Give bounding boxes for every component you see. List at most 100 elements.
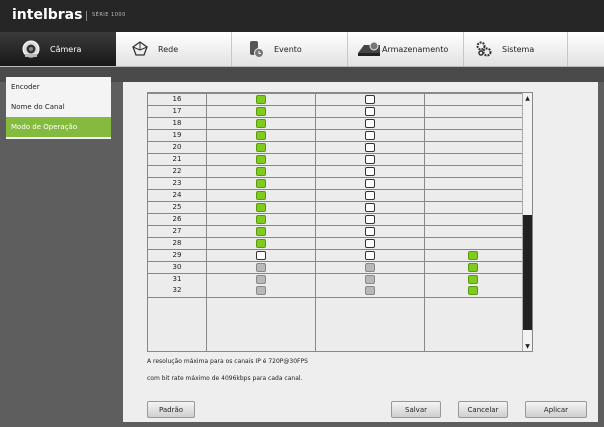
table-row: 21 <box>148 153 522 164</box>
channel-number: 30 <box>172 263 182 271</box>
main-navigation: Câmera Rede Evento Armazenamento Sistema <box>0 32 604 67</box>
channel-number: 29 <box>172 251 182 259</box>
sidebar-item-encoder[interactable]: Encoder <box>6 77 111 97</box>
mode-checkbox <box>365 263 375 272</box>
scroll-down-arrow-icon[interactable]: ▼ <box>523 341 532 351</box>
column-divider <box>206 93 207 351</box>
tab-label: Evento <box>274 44 302 54</box>
channel-number: 16 <box>172 95 182 103</box>
column-divider <box>424 93 425 351</box>
apply-button[interactable]: Aplicar <box>525 401 587 418</box>
save-button[interactable]: Salvar <box>391 401 441 418</box>
mode-checkbox[interactable] <box>365 167 375 176</box>
channel-number: 19 <box>172 131 182 139</box>
mode-checkbox[interactable] <box>256 191 266 200</box>
mode-checkbox[interactable] <box>468 275 478 284</box>
table-row: 18 <box>148 117 522 128</box>
table-row: 16 <box>148 93 522 104</box>
content-panel: 32 31 30 29 28 27 26 25 24 23 22 21 20 19 18 17 16 ▲ ▼ A… <box>123 82 598 422</box>
table-row: 27 <box>148 225 522 236</box>
mode-checkbox[interactable] <box>256 155 266 164</box>
table-row: 28 <box>148 237 522 248</box>
mode-checkbox[interactable] <box>256 239 266 248</box>
channel-number: 25 <box>172 203 182 211</box>
mode-checkbox[interactable] <box>365 143 375 152</box>
table-row: 32 <box>148 285 522 296</box>
column-divider <box>315 93 316 351</box>
channel-number: 26 <box>172 215 182 223</box>
table-row: 29 <box>148 249 522 260</box>
channel-number: 23 <box>172 179 182 187</box>
mode-checkbox[interactable] <box>468 263 478 272</box>
scroll-up-arrow-icon[interactable]: ▲ <box>523 93 532 103</box>
tab-event[interactable]: Evento <box>232 32 348 66</box>
table-row: 19 <box>148 129 522 140</box>
mode-checkbox[interactable] <box>256 131 266 140</box>
channel-number: 31 <box>172 275 182 283</box>
mode-checkbox[interactable] <box>365 203 375 212</box>
channel-number: 28 <box>172 239 182 247</box>
mode-checkbox[interactable] <box>256 215 266 224</box>
mode-checkbox[interactable] <box>256 95 266 104</box>
mode-checkbox[interactable] <box>468 286 478 295</box>
table-scrollbar[interactable]: ▲ ▼ <box>522 93 532 351</box>
mode-checkbox <box>365 275 375 284</box>
mode-checkbox <box>256 275 266 284</box>
mode-checkbox[interactable] <box>468 251 478 260</box>
series-label: SÉRIE 1000 <box>92 12 126 18</box>
mode-checkbox[interactable] <box>365 227 375 236</box>
mode-checkbox[interactable] <box>365 131 375 140</box>
mode-checkbox <box>256 263 266 272</box>
mode-checkbox[interactable] <box>256 203 266 212</box>
mode-checkbox[interactable] <box>256 251 266 260</box>
mode-checkbox[interactable] <box>256 119 266 128</box>
default-button[interactable]: Padrão <box>147 401 195 418</box>
sidebar-item-operation-mode[interactable]: Modo de Operação <box>6 117 111 137</box>
mode-checkbox[interactable] <box>365 191 375 200</box>
mode-checkbox[interactable] <box>365 107 375 116</box>
table-row: 17 <box>148 105 522 116</box>
mode-checkbox[interactable] <box>256 143 266 152</box>
channel-number: 18 <box>172 119 182 127</box>
cancel-button[interactable]: Cancelar <box>458 401 508 418</box>
mode-checkbox[interactable] <box>256 227 266 236</box>
tab-label: Câmera <box>50 44 82 54</box>
channel-number: 27 <box>172 227 182 235</box>
scrollbar-thumb[interactable] <box>523 215 532 330</box>
table-row: 22 <box>148 165 522 176</box>
mode-checkbox[interactable] <box>256 167 266 176</box>
channel-number: 20 <box>172 143 182 151</box>
mode-checkbox[interactable] <box>365 179 375 188</box>
channel-number: 24 <box>172 191 182 199</box>
tab-label: Armazenamento <box>382 44 449 54</box>
brand-logo: intelbras <box>12 7 83 23</box>
event-icon <box>250 41 264 58</box>
tab-label: Sistema <box>502 44 535 54</box>
tab-network[interactable]: Rede <box>116 32 232 66</box>
tab-system[interactable]: Sistema <box>464 32 568 66</box>
mode-checkbox[interactable] <box>365 95 375 104</box>
channel-number: 22 <box>172 167 182 175</box>
mode-checkbox[interactable] <box>365 215 375 224</box>
bitrate-note: com bit rate máximo de 4096kbps para cad… <box>147 375 303 382</box>
mode-checkbox <box>365 286 375 295</box>
mode-checkbox[interactable] <box>365 251 375 260</box>
mode-checkbox[interactable] <box>365 119 375 128</box>
tab-storage[interactable]: Armazenamento <box>348 32 464 66</box>
sidebar-item-channel-name[interactable]: Nome do Canal <box>6 97 111 117</box>
mode-checkbox[interactable] <box>256 107 266 116</box>
sidebar: Encoder Nome do Canal Modo de Operação <box>6 77 111 139</box>
mode-checkbox[interactable] <box>256 179 266 188</box>
system-gears-icon <box>476 41 492 57</box>
brand-divider <box>86 11 87 21</box>
tab-camera[interactable]: Câmera <box>0 32 116 66</box>
camera-icon <box>22 40 40 58</box>
table-row: 23 <box>148 177 522 188</box>
storage-icon <box>358 41 380 56</box>
table-row: 26 <box>148 213 522 224</box>
table-row: 25 <box>148 201 522 212</box>
mode-checkbox[interactable] <box>365 155 375 164</box>
top-bar: intelbras SÉRIE 1000 <box>0 0 604 32</box>
mode-checkbox[interactable] <box>365 239 375 248</box>
tab-label: Rede <box>158 44 179 54</box>
